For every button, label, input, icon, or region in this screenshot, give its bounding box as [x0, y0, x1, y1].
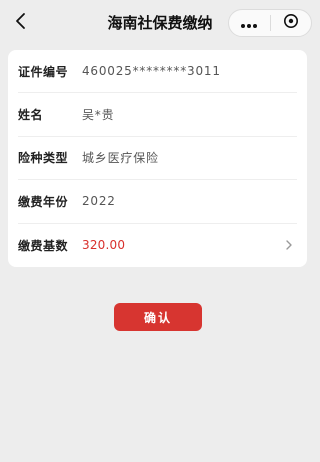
- chevron-left-icon: [15, 12, 27, 34]
- insurance-type-row: 险种类型 城乡医疗保险: [18, 137, 297, 181]
- insurance-type-value: 城乡医疗保险: [82, 151, 159, 166]
- id-number-row: 证件编号 460025********3011: [18, 50, 297, 94]
- app-screen: 海南社保费缴纳 证件编号 460025********3011 姓名 吴*贵 险…: [0, 0, 320, 462]
- close-button[interactable]: [271, 10, 312, 36]
- name-label: 姓名: [18, 108, 44, 123]
- payment-year-value: 2022: [82, 194, 116, 209]
- name-row: 姓名 吴*贵: [18, 93, 297, 137]
- back-button[interactable]: [6, 8, 36, 38]
- more-dots-icon: [240, 14, 258, 33]
- close-circle-icon: [283, 13, 299, 33]
- payment-year-row: 缴费年份 2022: [18, 180, 297, 224]
- payment-base-row[interactable]: 缴费基数 320.00: [18, 224, 297, 267]
- mini-program-capsule: [228, 9, 312, 37]
- payment-info-card: 证件编号 460025********3011 姓名 吴*贵 险种类型 城乡医疗…: [8, 50, 307, 267]
- id-number-value: 460025********3011: [82, 64, 221, 79]
- confirm-button[interactable]: 确认: [114, 303, 202, 331]
- payment-year-label: 缴费年份: [18, 194, 69, 209]
- chevron-right-icon: [283, 239, 295, 251]
- payment-base-value: 320.00: [82, 238, 126, 253]
- id-number-label: 证件编号: [18, 64, 69, 79]
- more-button[interactable]: [229, 10, 270, 36]
- insurance-type-label: 险种类型: [18, 151, 69, 166]
- navigation-bar: 海南社保费缴纳: [0, 0, 320, 46]
- payment-base-label: 缴费基数: [18, 238, 69, 253]
- name-value: 吴*贵: [82, 108, 115, 123]
